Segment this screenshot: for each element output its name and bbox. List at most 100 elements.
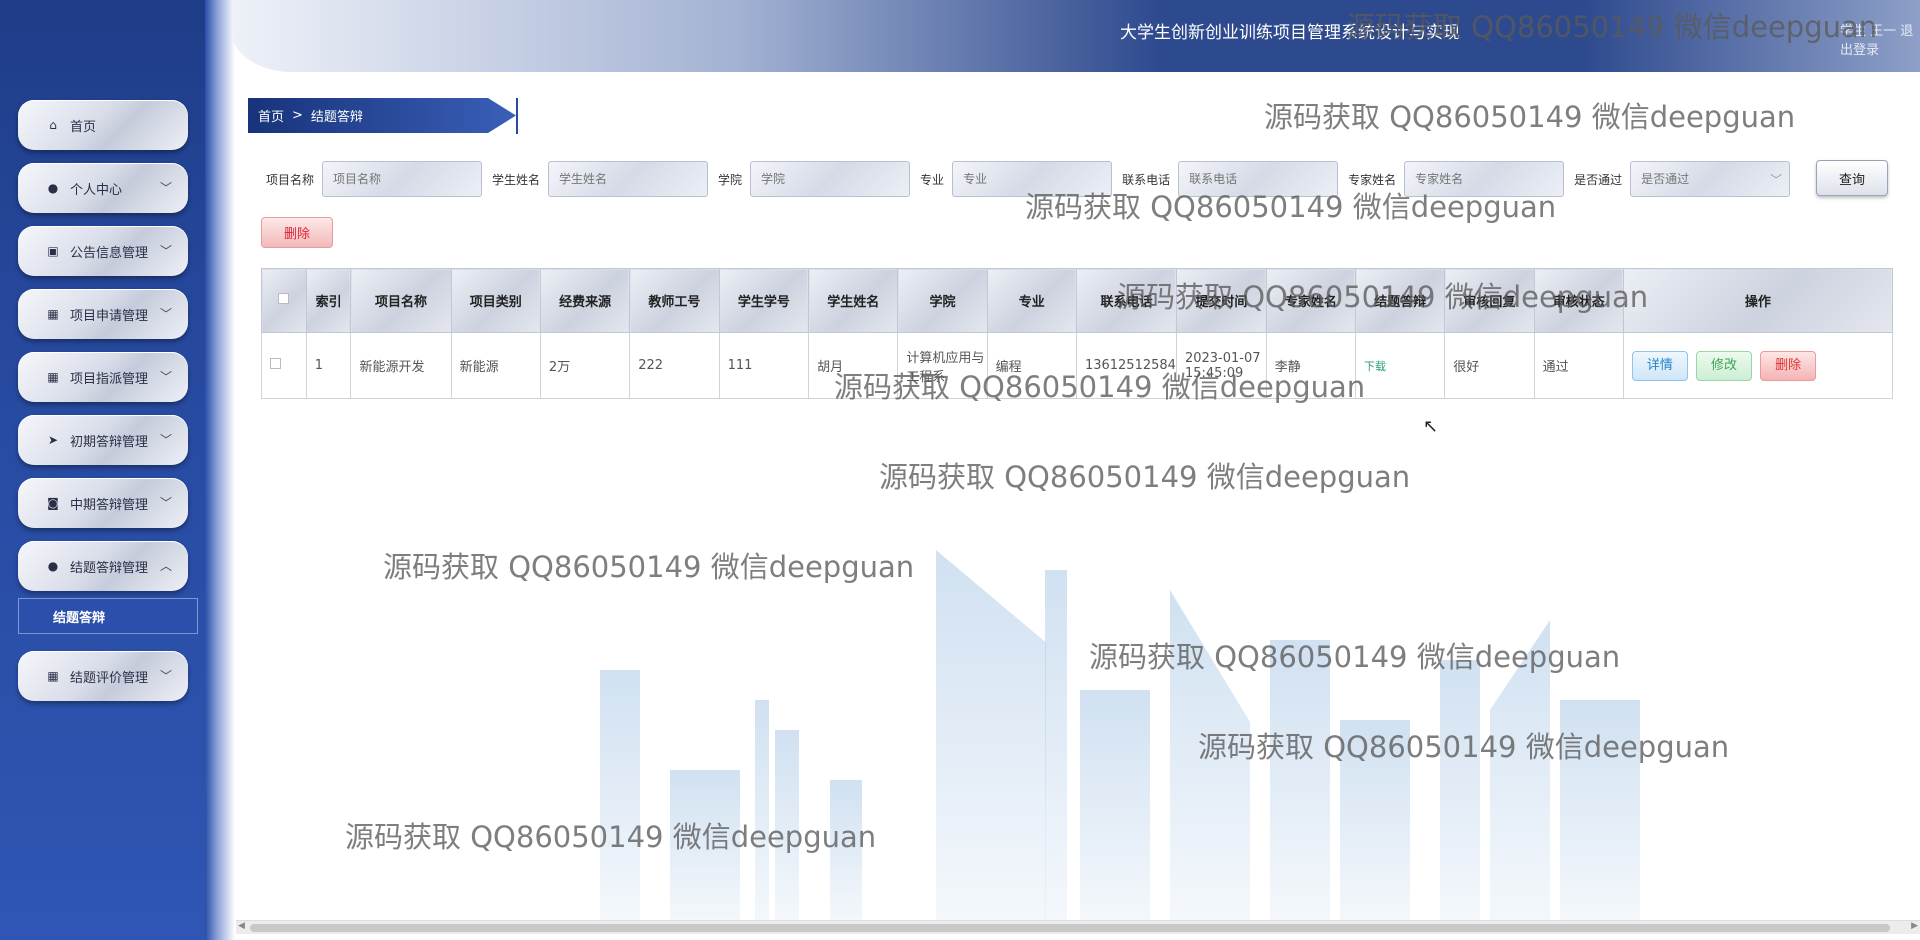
chevron-down-icon: ﹀: [159, 370, 172, 384]
watermark-text: 源码获取 QQ86050149 微信deepguan: [1025, 190, 1557, 224]
batch-delete-button[interactable]: 删除: [261, 217, 333, 248]
detail-button[interactable]: 详情: [1631, 350, 1688, 381]
scrollbar-thumb[interactable]: [250, 924, 1890, 932]
sidebar-menu: ⌂ 首页 ● 个人中心 ﹀ ▣ 公告信息管理 ﹀ ▦ 项目申请管理 ﹀ ▦ 项目…: [18, 100, 198, 714]
search-label-major: 专业: [920, 172, 945, 187]
sidebar-item-final-defense[interactable]: ● 结题答辩管理 ︿: [18, 541, 188, 591]
column-header: 学院: [897, 268, 988, 333]
breadcrumb-divider: [516, 98, 518, 134]
project-name-input[interactable]: [322, 161, 483, 197]
grid-icon: ▦: [47, 669, 59, 683]
select-all-checkbox[interactable]: [278, 293, 290, 304]
cell-teacher-id: 222: [629, 332, 720, 399]
watermark-text: 源码获取 QQ86050149 微信deepguan: [1198, 730, 1730, 764]
chevron-down-icon: ﹀: [159, 244, 172, 258]
sidebar-subitem-label: 结题答辩: [53, 610, 106, 626]
student-name-input[interactable]: [548, 161, 709, 197]
breadcrumb-separator: >: [292, 108, 303, 123]
row-select-cell[interactable]: [261, 332, 307, 399]
chevron-down-icon: ﹀: [159, 181, 172, 195]
chevron-down-icon: ﹀: [159, 669, 172, 683]
pass-select-input[interactable]: [1630, 161, 1791, 197]
sidebar-item-label: 项目申请管理: [70, 308, 149, 324]
sidebar-item-label: 中期答辩管理: [70, 497, 149, 513]
chevron-down-icon: ﹀: [159, 307, 172, 321]
user-icon: ●: [47, 181, 59, 195]
sidebar-item-home[interactable]: ⌂ 首页: [18, 100, 188, 150]
cell-student-id: 111: [718, 332, 810, 399]
scroll-right-icon[interactable]: ▶: [1911, 921, 1918, 931]
watermark-text: 源码获取 QQ86050149 微信deepguan: [345, 820, 877, 854]
watermark-text: 源码获取 QQ86050149 微信deepguan: [879, 460, 1411, 494]
select-all-header[interactable]: [261, 268, 307, 333]
chevron-down-icon: ﹀: [159, 433, 172, 447]
watermark-text: 源码获取 QQ86050149 微信deepguan: [1089, 640, 1621, 674]
column-header: 项目类别: [450, 268, 541, 333]
sidebar-item-mid-defense[interactable]: ◙ 中期答辩管理 ﹀: [18, 478, 188, 528]
cell-review-status: 通过: [1533, 332, 1624, 399]
sidebar-item-label: 个人中心: [70, 182, 123, 198]
college-input[interactable]: [750, 161, 911, 197]
column-header: 专业: [986, 268, 1077, 333]
sidebar-item-label: 首页: [70, 119, 97, 135]
watermark-text: 源码获取 QQ86050149 微信deepguan: [834, 370, 1366, 404]
clipboard-icon: ▣: [47, 244, 59, 258]
cell-category: 新能源: [450, 332, 541, 399]
sidebar-item-personal-center[interactable]: ● 个人中心 ﹀: [18, 163, 188, 213]
sidebar-item-label: 结题答辩管理: [70, 560, 149, 576]
delete-button[interactable]: 删除: [1760, 350, 1817, 381]
pass-select[interactable]: ﹀: [1630, 161, 1800, 197]
chevron-up-icon: ︿: [159, 559, 172, 573]
sidebar-item-project-assign[interactable]: ▦ 项目指派管理 ﹀: [18, 352, 188, 402]
sidebar-edge: [205, 0, 235, 940]
column-header: 操作: [1622, 268, 1894, 333]
cell-final-defense: 下载: [1354, 332, 1446, 399]
sidebar-item-label: 结题评价管理: [70, 670, 149, 686]
column-header: 教师工号: [629, 268, 720, 333]
cell-index: 1: [305, 332, 352, 399]
sidebar-item-notice[interactable]: ▣ 公告信息管理 ﹀: [18, 226, 188, 276]
chevron-down-icon: ﹀: [159, 496, 172, 510]
column-header: 索引: [305, 268, 352, 333]
sidebar-item-label: 项目指派管理: [70, 371, 149, 387]
sidebar-item-initial-defense[interactable]: ➤ 初期答辩管理 ﹀: [18, 415, 188, 465]
row-checkbox[interactable]: [270, 358, 281, 369]
search-label-project-name: 项目名称: [266, 172, 315, 187]
chevron-down-icon: ﹀: [1770, 173, 1783, 187]
breadcrumb-current: 结题答辩: [310, 110, 363, 125]
cell-actions: 详情 修改 删除: [1622, 332, 1894, 399]
edit-button[interactable]: 修改: [1696, 350, 1753, 381]
query-button[interactable]: 查询: [1816, 160, 1888, 196]
column-header: 学生学号: [718, 268, 810, 333]
sidebar-item-project-apply[interactable]: ▦ 项目申请管理 ﹀: [18, 289, 188, 339]
watermark-text: 源码获取 QQ86050149 微信deepguan: [1117, 280, 1649, 314]
download-link[interactable]: 下载: [1364, 360, 1386, 373]
column-header: 经费来源: [539, 268, 631, 333]
sidebar-item-final-evaluation[interactable]: ▦ 结题评价管理 ﹀: [18, 651, 188, 701]
send-icon: ➤: [47, 433, 59, 447]
cell-project-name: 新能源开发: [350, 332, 452, 399]
search-label-college: 学院: [718, 172, 743, 187]
horizontal-scrollbar[interactable]: ◀ ▶: [236, 920, 1920, 934]
lightbulb-icon: ●: [47, 559, 59, 573]
sidebar-item-label: 公告信息管理: [70, 245, 149, 261]
column-header: 学生姓名: [808, 268, 899, 333]
breadcrumb: 首页 > 结题答辩: [248, 98, 516, 133]
watermark-text: 源码获取 QQ86050149 微信deepguan: [1264, 100, 1796, 134]
sidebar-item-label: 初期答辩管理: [70, 434, 149, 450]
column-header: 项目名称: [350, 268, 452, 333]
sidebar-subitem-final-defense[interactable]: 结题答辩: [18, 598, 198, 634]
home-icon: ⌂: [49, 118, 57, 132]
search-label-student-name: 学生姓名: [492, 172, 541, 187]
watermark-text: 源码获取 QQ86050149 微信deepguan: [383, 550, 915, 584]
watermark-text: 源码获取 QQ86050149 微信deepguan: [1346, 10, 1878, 44]
grid-icon: ▦: [47, 370, 59, 384]
breadcrumb-home-link[interactable]: 首页: [258, 106, 284, 125]
cell-funding: 2万: [539, 332, 631, 399]
scroll-left-icon[interactable]: ◀: [238, 921, 245, 931]
search-label-pass: 是否通过: [1574, 172, 1623, 187]
grid-icon: ▦: [47, 307, 59, 321]
mouse-cursor-icon: ↖: [1423, 416, 1439, 437]
cell-review-reply: 很好: [1444, 332, 1535, 399]
video-icon: ◙: [47, 496, 59, 510]
